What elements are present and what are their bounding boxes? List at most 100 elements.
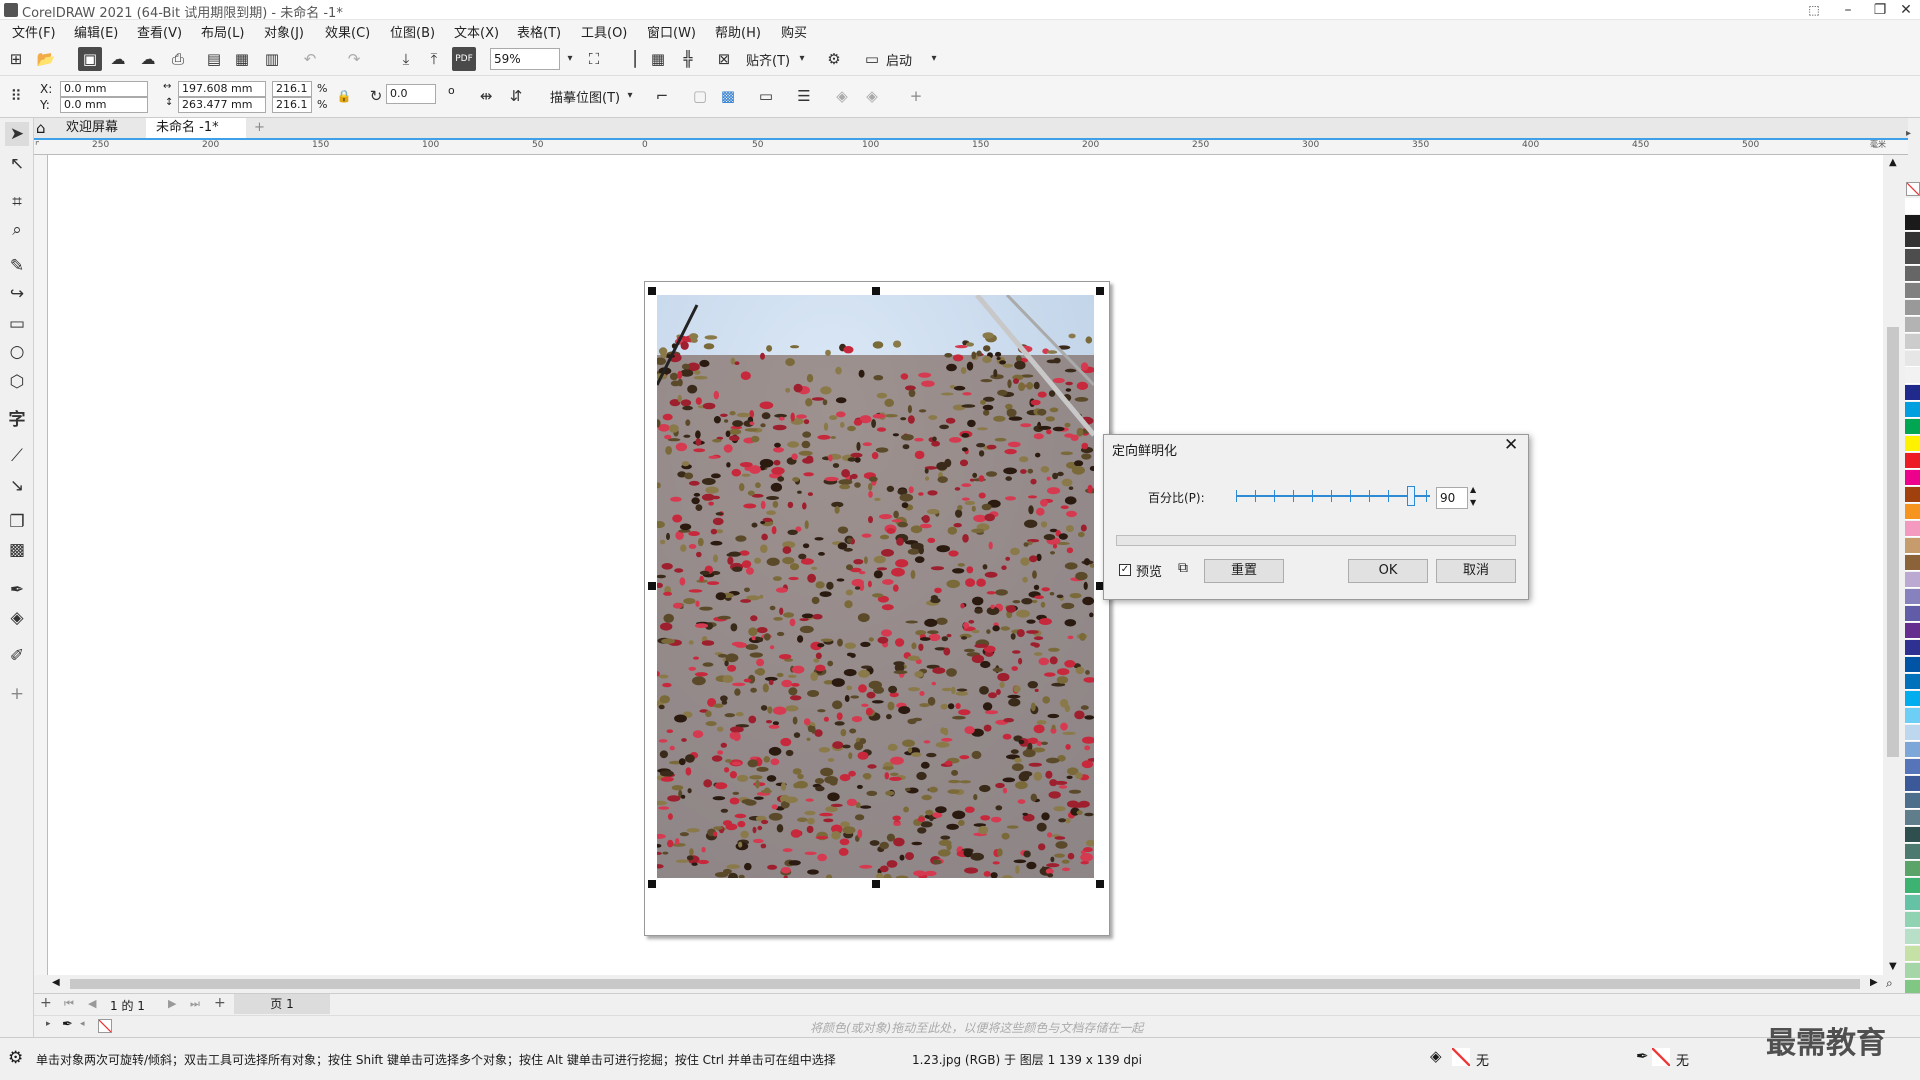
palette-swatch[interactable] — [1905, 929, 1920, 945]
palette-swatch[interactable] — [1905, 351, 1920, 367]
menu-bitmaps[interactable]: 位图(B) — [390, 22, 435, 41]
first-page-icon[interactable]: ⏮ — [64, 997, 74, 1011]
menu-table[interactable]: 表格(T) — [517, 22, 561, 41]
tab-document[interactable]: 未命名 -1* — [146, 118, 246, 138]
publish-pdf-icon[interactable]: PDF — [452, 47, 476, 71]
ellipse-tool-icon[interactable]: ○ — [5, 340, 29, 364]
palette-swatch[interactable] — [1905, 725, 1920, 741]
palette-swatch[interactable] — [1905, 827, 1920, 843]
scroll-right-icon[interactable]: ▶ — [1870, 977, 1878, 988]
no-color-swatch-icon[interactable] — [1906, 182, 1920, 196]
add-page-before-icon[interactable]: + — [40, 995, 52, 1011]
palette-swatch[interactable] — [1905, 946, 1920, 962]
palette-swatch[interactable] — [1905, 266, 1920, 282]
percent-slider-thumb[interactable] — [1406, 486, 1415, 506]
palette-swatch[interactable] — [1905, 232, 1920, 248]
open-folder-icon[interactable]: 📂 — [34, 47, 58, 71]
palette-expand-icon[interactable]: ▸ — [46, 1019, 51, 1029]
menu-view[interactable]: 查看(V) — [137, 22, 182, 41]
menu-text[interactable]: 文本(X) — [454, 22, 499, 41]
polygon-tool-icon[interactable]: ⬡ — [5, 370, 29, 394]
cloud-upload-icon[interactable]: ☁ — [136, 47, 160, 71]
menu-help[interactable]: 帮助(H) — [715, 22, 761, 41]
palette-swatch[interactable] — [1905, 317, 1920, 333]
menu-effects[interactable]: 效果(C) — [325, 22, 370, 41]
preview-label[interactable]: 预览 — [1136, 561, 1162, 580]
horizontal-scroll-thumb[interactable] — [70, 979, 1860, 989]
object-origin-icon[interactable]: ⠿ — [4, 84, 28, 108]
palette-swatch[interactable] — [1905, 640, 1920, 656]
palette-swatch[interactable] — [1905, 368, 1920, 384]
eyedropper-icon[interactable]: ✒ — [5, 578, 29, 602]
status-settings-gear-icon[interactable]: ⚙ — [8, 1048, 23, 1068]
drop-shadow-icon[interactable]: ❐ — [5, 510, 29, 534]
to-front-icon[interactable]: ◈ — [830, 84, 854, 108]
show-grid-icon[interactable]: ▦ — [646, 47, 670, 71]
import-icon[interactable]: ⤓ — [394, 47, 418, 71]
palette-swatch[interactable] — [1905, 283, 1920, 299]
percent-spin-up-icon[interactable]: ▲ — [1470, 485, 1476, 494]
palette-swatch[interactable] — [1905, 385, 1920, 401]
print-icon[interactable]: ⎙ — [166, 47, 190, 71]
resample-icon[interactable]: ▢ — [688, 84, 712, 108]
palette-swatch[interactable] — [1905, 623, 1920, 639]
popout-preview-icon[interactable]: ⧉ — [1178, 560, 1188, 576]
launch-chevron-down-icon[interactable]: ▾ — [922, 47, 946, 71]
selection-handle-bottom-left[interactable] — [648, 880, 656, 888]
menu-window[interactable]: 窗口(W) — [647, 22, 696, 41]
palette-swatch[interactable] — [1905, 249, 1920, 265]
palette-swatch[interactable] — [1905, 589, 1920, 605]
cancel-button[interactable]: 取消 — [1436, 559, 1516, 583]
vertical-ruler[interactable] — [34, 155, 48, 975]
palette-swatch[interactable] — [1905, 674, 1920, 690]
export-icon[interactable]: ⤒ — [422, 47, 446, 71]
edit-bitmap-icon[interactable]: ▭ — [754, 84, 778, 108]
vertical-scroll-thumb[interactable] — [1887, 327, 1899, 757]
selection-handle-left[interactable] — [648, 582, 656, 590]
snap-chevron-down-icon[interactable]: ▾ — [790, 47, 814, 71]
close-window-button[interactable]: ✕ — [1890, 0, 1920, 20]
lock-ratio-icon[interactable]: 🔒 — [332, 84, 356, 108]
undo-icon[interactable]: ↶ — [298, 47, 322, 71]
ok-button[interactable]: OK — [1348, 559, 1428, 583]
mirror-vertical-icon[interactable]: ⇵ — [504, 84, 528, 108]
to-back-icon[interactable]: ◈ — [860, 84, 884, 108]
palette-swatch[interactable] — [1905, 453, 1920, 469]
scroll-up-icon[interactable]: ▲ — [1889, 157, 1897, 168]
palette-swatch[interactable] — [1905, 504, 1920, 520]
trace-chevron-down-icon[interactable]: ▾ — [618, 84, 642, 108]
palette-swatch[interactable] — [1905, 538, 1920, 554]
page-tab-1[interactable]: 页 1 — [234, 994, 330, 1014]
fill-none-swatch-icon[interactable] — [1452, 1048, 1470, 1066]
selection-handle-top[interactable] — [872, 287, 880, 295]
last-page-icon[interactable]: ⏭ — [190, 997, 200, 1011]
smart-fill-icon[interactable]: ✐ — [5, 644, 29, 668]
zoom-level-input[interactable]: 59% — [490, 48, 560, 70]
menu-buy[interactable]: 购买 — [781, 22, 807, 41]
percent-slider[interactable] — [1236, 486, 1430, 506]
full-screen-icon[interactable]: ⛶ — [582, 47, 606, 71]
launch-dropdown[interactable]: 启动 — [886, 50, 912, 69]
freehand-tool-icon[interactable]: ✎ — [5, 254, 29, 278]
home-icon[interactable]: ⌂ — [36, 119, 46, 137]
palette-swatch[interactable] — [1905, 742, 1920, 758]
palette-swatch[interactable] — [1905, 572, 1920, 588]
pick-tool-icon[interactable]: ➤ — [5, 122, 29, 146]
percent-value-input[interactable]: 90 — [1436, 487, 1468, 509]
selection-handle-bottom-right[interactable] — [1096, 880, 1104, 888]
parallel-dimension-icon[interactable]: ⟋ — [5, 444, 29, 468]
palette-swatch[interactable] — [1905, 793, 1920, 809]
show-guidelines-icon[interactable]: ╬ — [676, 47, 700, 71]
horizontal-scrollbar[interactable]: ◀ ▶ — [48, 975, 1883, 993]
show-rulers-icon[interactable]: ▕ — [618, 47, 642, 71]
preview-checkbox[interactable]: ✓ — [1119, 564, 1131, 576]
palette-swatch[interactable] — [1905, 708, 1920, 724]
palette-swatch[interactable] — [1905, 878, 1920, 894]
new-document-icon[interactable]: ⊞ — [4, 47, 28, 71]
zoom-tool-icon[interactable]: ⌕ — [5, 218, 29, 242]
palette-swatch[interactable] — [1905, 691, 1920, 707]
menu-layout[interactable]: 布局(L) — [201, 22, 244, 41]
text-tool-icon[interactable]: 字 — [5, 408, 29, 432]
rotation-angle-input[interactable]: 0.0 — [386, 84, 436, 104]
selection-handle-top-left[interactable] — [648, 287, 656, 295]
